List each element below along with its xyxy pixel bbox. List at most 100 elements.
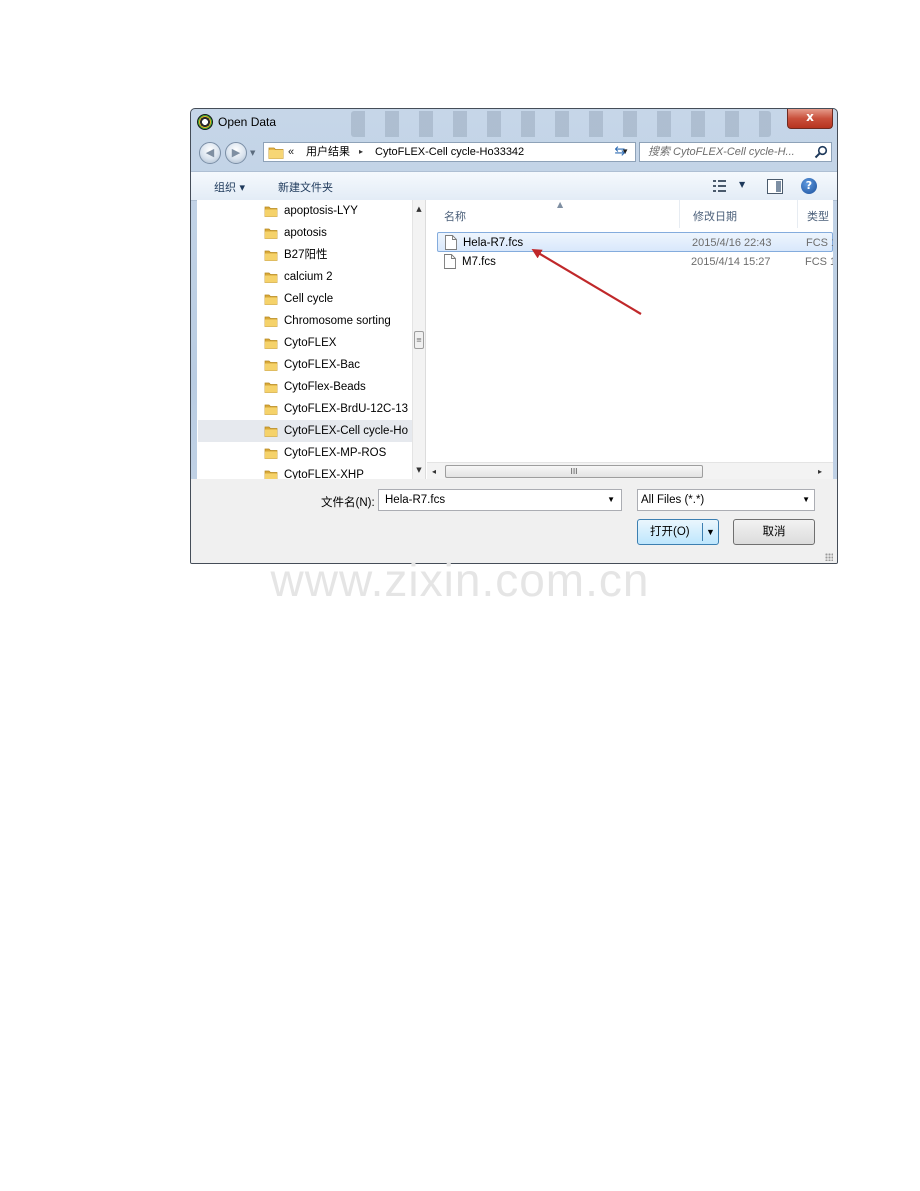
folder-icon [264, 338, 278, 349]
filename-input[interactable]: Hela-R7.fcs ▼ [378, 489, 622, 511]
search-input[interactable]: 搜索 CytoFLEX-Cell cycle-H... [639, 142, 832, 162]
scroll-up-icon[interactable]: ▲ [413, 202, 425, 216]
column-divider[interactable] [797, 200, 798, 228]
forward-button[interactable]: ▶ [225, 142, 247, 164]
folder-icon [264, 470, 278, 479]
app-icon [197, 114, 213, 130]
folder-icon [264, 294, 278, 305]
folder-icon [268, 147, 284, 159]
folder-tree: apoptosis-LYY apotosis B27阳性 calcium 2 Cell … [197, 200, 426, 479]
column-name[interactable]: 名称 [444, 208, 466, 224]
file-type: FCS 1 [806, 237, 833, 249]
folder-icon [264, 228, 278, 239]
tree-item[interactable]: calcium 2 [198, 266, 412, 288]
watermark: www.zixin.com.cn [270, 554, 650, 606]
tree-item[interactable]: CytoFLEX-BrdU-12C-13 [198, 398, 412, 420]
recent-locations-icon[interactable]: ▼ [250, 149, 255, 157]
tree-item[interactable]: Cell cycle [198, 288, 412, 310]
tree-scroll-thumb[interactable]: ≡ [414, 331, 424, 349]
back-button[interactable]: ◀ [199, 142, 221, 164]
organize-button[interactable]: 组织 ▾ [214, 179, 245, 195]
tree-item-label: B27阳性 [284, 249, 328, 261]
tree-item[interactable]: CytoFLEX-Cell cycle-Ho [198, 420, 412, 442]
title-bar[interactable]: Open Data x [191, 109, 837, 139]
file-type-dropdown-icon[interactable]: ▼ [802, 490, 810, 510]
folder-icon [264, 382, 278, 393]
tree-item[interactable]: Chromosome sorting [198, 310, 412, 332]
open-data-dialog: Open Data x ◀ ▶ ▼ « 用户结果 ▸ CytoFLEX-Cell… [190, 108, 838, 564]
file-date: 2015/4/14 15:27 [691, 256, 771, 268]
horizontal-scroll-thumb[interactable]: III [445, 465, 703, 478]
scroll-right-icon[interactable]: ▸ [813, 463, 827, 479]
view-dropdown-icon[interactable]: ▼ [739, 180, 745, 189]
cancel-button[interactable]: 取消 [733, 519, 815, 545]
address-bar[interactable]: « 用户结果 ▸ CytoFLEX-Cell cycle-Ho33342 ▼ [263, 142, 636, 162]
tree-item[interactable]: CytoFLEX-Bac [198, 354, 412, 376]
tree-item[interactable]: CytoFlex-Beads [198, 376, 412, 398]
file-row[interactable]: Hela-R7.fcs 2015/4/16 22:43 FCS 1 [437, 232, 833, 252]
tree-item[interactable]: CytoFLEX-MP-ROS [198, 442, 412, 464]
breadcrumb-overflow[interactable]: « [288, 143, 294, 161]
file-list: 名称 ▲ 修改日期 类型 Hela-R7.fcs 2015/4/16 22:43 F… [427, 200, 833, 479]
background-toolbar [351, 111, 771, 137]
dialog-footer: 文件名(N): Hela-R7.fcs ▼ All Files (*.*) ▼ … [191, 479, 837, 563]
tree-item-label: Chromosome sorting [284, 315, 391, 327]
file-icon [444, 254, 456, 269]
column-date[interactable]: 修改日期 [693, 208, 737, 224]
open-button-divider [702, 523, 703, 541]
folder-icon [264, 360, 278, 371]
refresh-icon[interactable]: ⇆ [609, 142, 631, 162]
preview-pane-icon[interactable] [767, 179, 783, 194]
breadcrumb-segment-folder[interactable]: CytoFLEX-Cell cycle-Ho33342 [375, 143, 524, 161]
file-type: FCS 1 [805, 256, 833, 268]
content-area: apoptosis-LYY apotosis B27阳性 calcium 2 Cell … [197, 200, 833, 479]
breadcrumb-segment-results[interactable]: 用户结果 [306, 143, 350, 161]
tree-item[interactable]: CytoFLEX-XHP [198, 464, 412, 479]
navigation-bar: ◀ ▶ ▼ « 用户结果 ▸ CytoFLEX-Cell cycle-Ho333… [191, 139, 837, 167]
folder-icon [264, 206, 278, 217]
column-divider[interactable] [679, 200, 680, 228]
tree-item[interactable]: CytoFLEX [198, 332, 412, 354]
folder-icon [264, 316, 278, 327]
scroll-left-icon[interactable]: ◂ [427, 463, 441, 479]
tree-item-label: apoptosis-LYY [284, 205, 358, 217]
file-icon [445, 235, 457, 250]
column-type[interactable]: 类型 [807, 208, 829, 224]
tree-item-label: CytoFLEX-Cell cycle-Ho [284, 425, 408, 437]
search-placeholder: 搜索 CytoFLEX-Cell cycle-H... [648, 146, 795, 158]
window-title: Open Data [218, 115, 277, 129]
command-bar: 组织 ▾ 新建文件夹 ▼ ? [191, 171, 837, 201]
tree-scrollbar[interactable]: ▲ ≡ ▼ [412, 200, 425, 479]
open-button[interactable]: 打开(O) ▼ [637, 519, 719, 545]
column-header: 名称 ▲ 修改日期 类型 [427, 200, 833, 228]
sort-ascending-icon: ▲ [557, 200, 564, 209]
horizontal-scrollbar[interactable]: ◂ III ▸ [427, 462, 833, 479]
close-button[interactable]: x [787, 109, 833, 129]
help-icon[interactable]: ? [801, 178, 817, 194]
file-type-value: All Files (*.*) [641, 494, 705, 506]
folder-icon [264, 448, 278, 459]
breadcrumb-separator-icon[interactable]: ▸ [359, 143, 363, 161]
file-name: M7.fcs [462, 256, 496, 268]
search-icon[interactable] [814, 145, 828, 159]
file-type-select[interactable]: All Files (*.*) ▼ [637, 489, 815, 511]
view-options-icon[interactable] [713, 180, 729, 192]
file-name: Hela-R7.fcs [463, 237, 524, 249]
new-folder-button[interactable]: 新建文件夹 [278, 179, 333, 195]
folder-icon [264, 272, 278, 283]
filename-label: 文件名(N): [321, 497, 375, 509]
file-row[interactable]: M7.fcs 2015/4/14 15:27 FCS 1 [437, 252, 833, 272]
file-date: 2015/4/16 22:43 [692, 237, 772, 249]
folder-icon [264, 404, 278, 415]
open-options-icon[interactable]: ▼ [706, 520, 715, 544]
filename-value: Hela-R7.fcs [385, 494, 446, 506]
tree-item-label: CytoFLEX-MP-ROS [284, 447, 387, 459]
filename-dropdown-icon[interactable]: ▼ [607, 490, 615, 510]
scroll-down-icon[interactable]: ▼ [413, 463, 425, 477]
tree-item[interactable]: apotosis [198, 222, 412, 244]
tree-item[interactable]: apoptosis-LYY [198, 200, 412, 222]
tree-item-label: CytoFLEX [284, 337, 337, 349]
open-button-label: 打开(O) [650, 526, 690, 538]
folder-icon [264, 426, 278, 437]
tree-item[interactable]: B27阳性 [198, 244, 412, 266]
